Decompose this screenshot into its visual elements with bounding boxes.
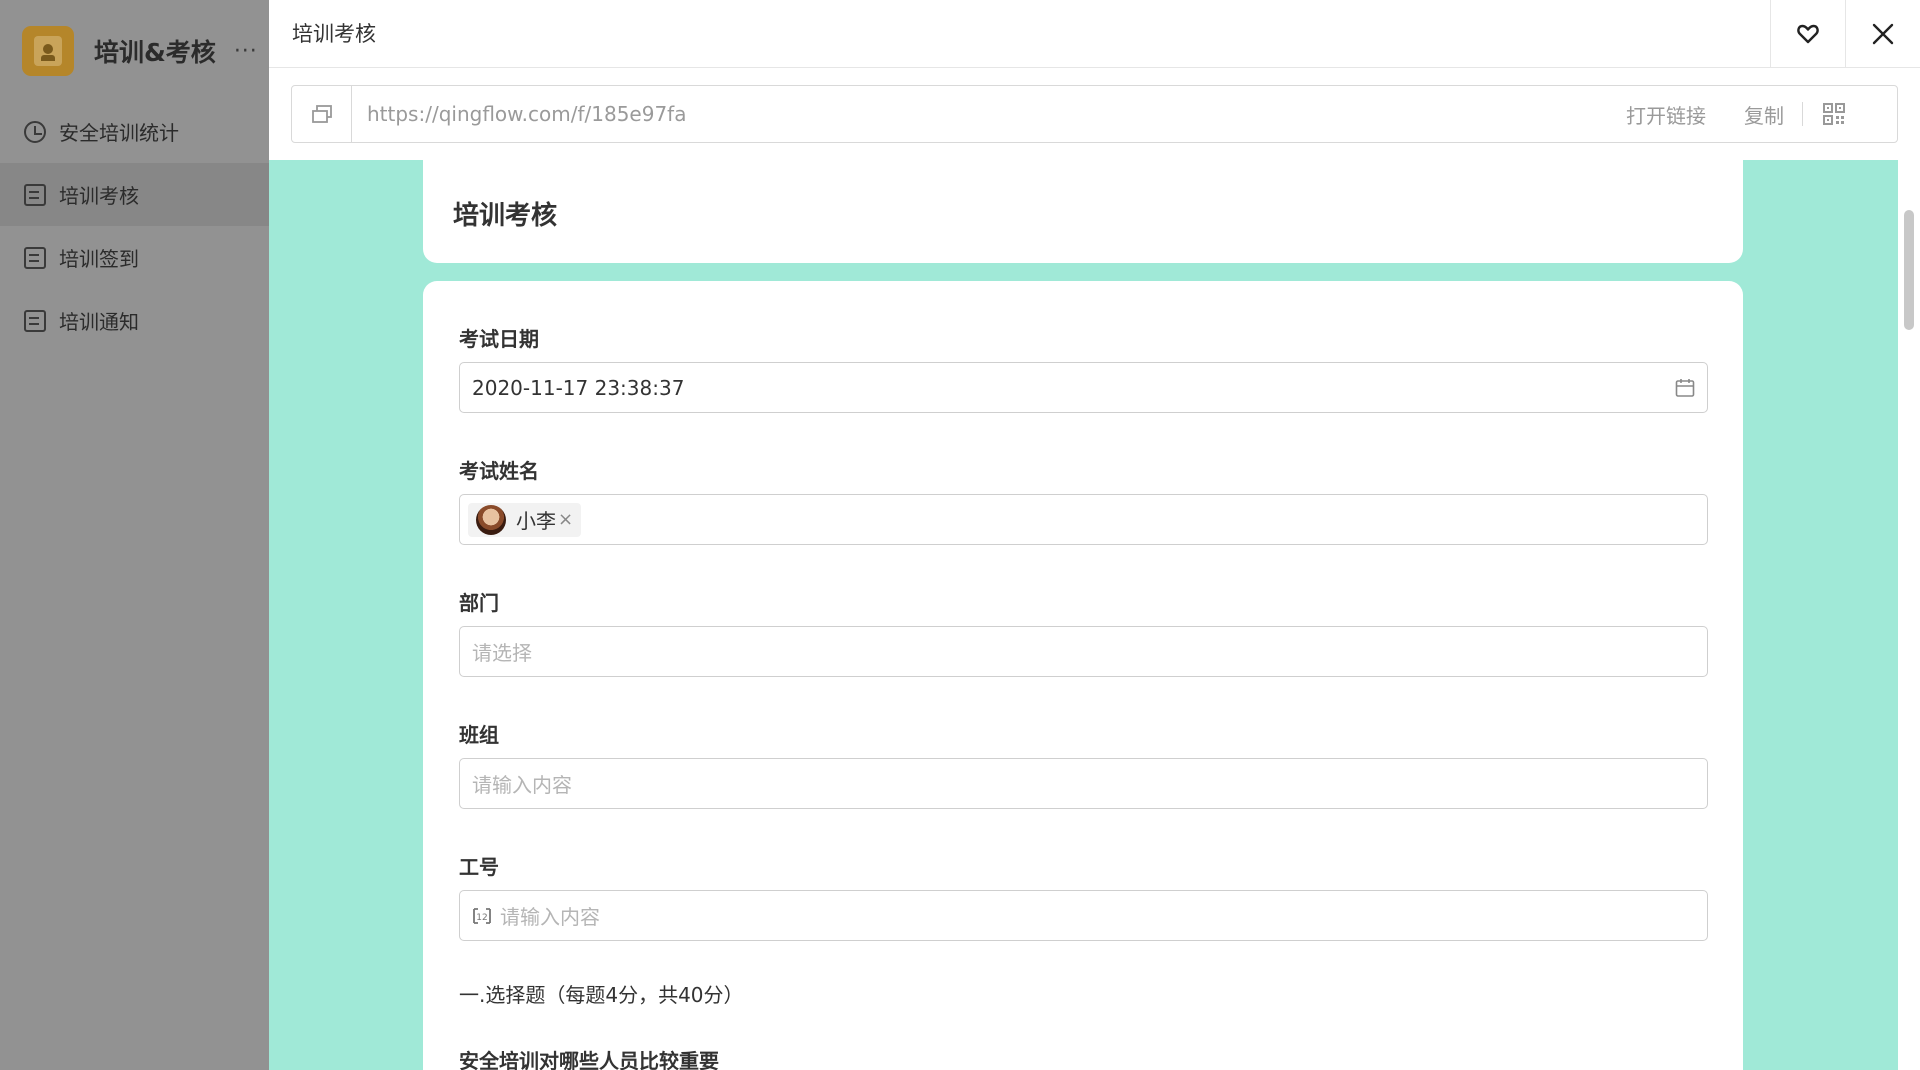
calendar-icon — [1675, 379, 1695, 397]
sidebar-item-label: 培训考核 — [59, 184, 139, 208]
sidebar-item-label: 培训签到 — [59, 247, 139, 271]
exam-date-value: 2020-11-17 23:38:37 — [472, 375, 685, 400]
app-title: 培训&考核 — [94, 38, 216, 67]
employee-id-input[interactable]: 12 请输入内容 — [459, 890, 1708, 941]
user-tag-name: 小李 — [516, 509, 556, 533]
form-icon — [24, 183, 46, 206]
remove-tag-icon[interactable]: × — [558, 509, 573, 530]
department-label: 部门 — [459, 591, 499, 615]
number-icon: 12 — [472, 906, 492, 926]
team-input[interactable]: 请输入内容 — [459, 758, 1708, 809]
modal-title: 培训考核 — [292, 22, 376, 46]
window-icon — [311, 105, 332, 123]
form-title-card: 培训考核 — [423, 160, 1743, 263]
form-title: 培训考核 — [453, 201, 558, 231]
share-link-bar: https://qingflow.com/f/185e97fa 打开链接 复制 — [291, 85, 1898, 143]
team-label: 班组 — [459, 723, 499, 747]
exam-name-label: 考试姓名 — [459, 459, 539, 483]
heart-icon — [1797, 24, 1819, 44]
copy-link-button[interactable]: 复制 — [1744, 100, 1784, 129]
app-logo-icon — [22, 26, 74, 76]
form-icon — [24, 246, 46, 269]
sidebar-item-label: 安全培训统计 — [59, 121, 179, 145]
sidebar-item-training-signin[interactable]: 培训签到 — [0, 226, 269, 289]
close-button[interactable] — [1845, 0, 1920, 68]
sidebar-item-safety-stats[interactable]: 安全培训统计 — [0, 100, 269, 163]
exam-date-input[interactable]: 2020-11-17 23:38:37 — [459, 362, 1708, 413]
employee-id-label: 工号 — [459, 855, 499, 879]
sidebar-item-training-exam[interactable]: 培训考核 — [0, 163, 269, 226]
department-placeholder: 请选择 — [472, 641, 532, 665]
sidebar-item-training-notice[interactable]: 培训通知 — [0, 289, 269, 352]
more-icon[interactable]: ··· — [234, 39, 258, 64]
exam-name-input[interactable]: 小李 × — [459, 494, 1708, 545]
svg-text:12: 12 — [476, 913, 487, 923]
modal-header: 培训考核 — [269, 0, 1920, 68]
favorite-button[interactable] — [1770, 0, 1845, 68]
share-modal: 培训考核 https://qingflow.com/f/185e97fa 打开链… — [269, 0, 1920, 1070]
section-heading: 一.选择题（每题4分，共40分） — [459, 983, 744, 1007]
link-area: https://qingflow.com/f/185e97fa 打开链接 复制 — [269, 68, 1920, 160]
clock-icon — [24, 120, 46, 143]
form-card: 考试日期 2020-11-17 23:38:37 考试姓名 小李 × 部门 请选… — [423, 281, 1743, 1070]
sidebar: 培训&考核 ··· 安全培训统计 培训考核 培训签到 培训通知 — [0, 0, 269, 1070]
close-icon — [1872, 23, 1894, 45]
scrollbar-thumb[interactable] — [1904, 210, 1914, 330]
sidebar-item-label: 培训通知 — [59, 310, 139, 334]
app-header: 培训&考核 ··· — [22, 26, 258, 76]
exam-date-label: 考试日期 — [459, 327, 539, 351]
question-1-label: 安全培训对哪些人员比较重要 — [459, 1049, 719, 1070]
form-icon — [24, 309, 46, 332]
employee-id-placeholder: 请输入内容 — [500, 905, 600, 929]
user-tag: 小李 × — [468, 502, 582, 537]
team-placeholder: 请输入内容 — [472, 773, 572, 797]
department-select[interactable]: 请选择 — [459, 626, 1708, 677]
divider — [1802, 102, 1803, 126]
qrcode-icon[interactable] — [1823, 103, 1845, 125]
sidebar-nav: 安全培训统计 培训考核 培训签到 培训通知 — [0, 100, 269, 352]
share-link-url[interactable]: https://qingflow.com/f/185e97fa — [352, 102, 1626, 126]
avatar — [476, 504, 506, 535]
open-link-button[interactable]: 打开链接 — [1626, 100, 1706, 129]
link-icon-box — [292, 86, 352, 142]
